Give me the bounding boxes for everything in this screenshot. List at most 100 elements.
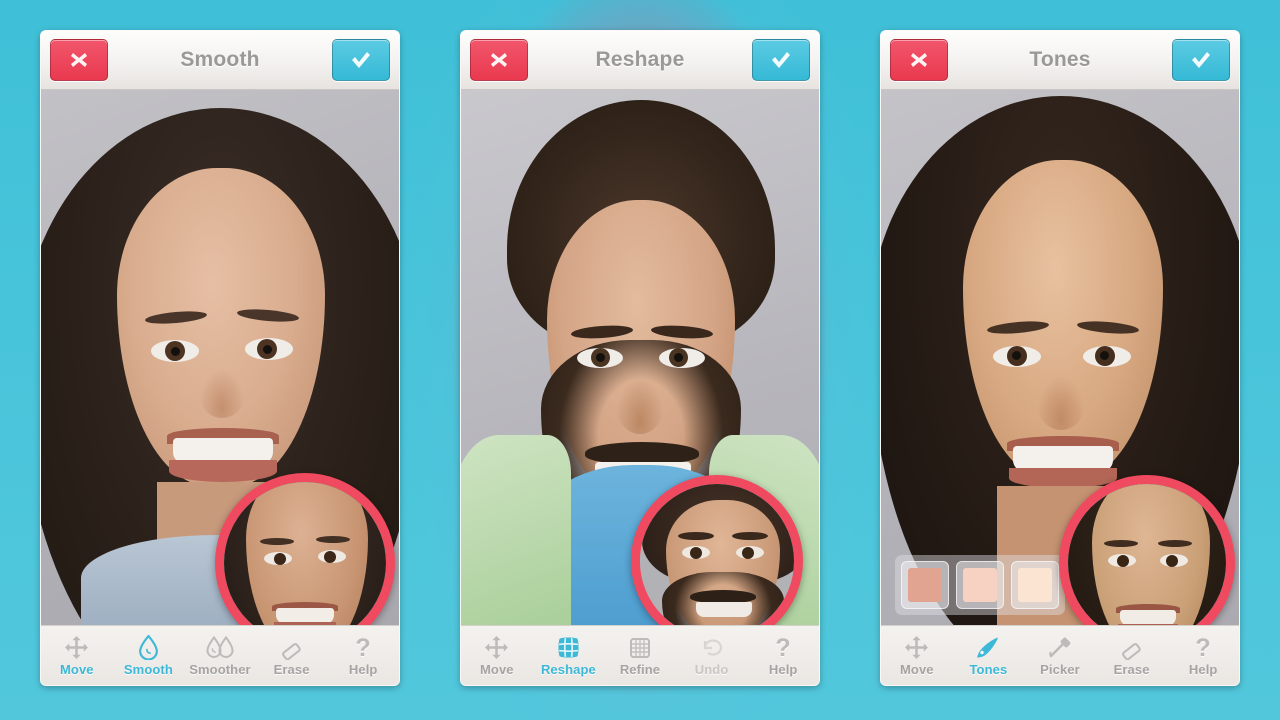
- svg-text:?: ?: [356, 635, 371, 660]
- tool-help[interactable]: ? Help: [747, 626, 819, 685]
- magnifier-loupe[interactable]: [215, 473, 395, 625]
- tone-swatch-tray: [895, 555, 1065, 615]
- toolbar: Move Reshape Refine Undo ? Help: [461, 625, 819, 685]
- pupil-right: [674, 353, 683, 362]
- pupil-left: [1012, 351, 1021, 360]
- tool-erase[interactable]: Erase: [1096, 626, 1168, 685]
- tool-label: Help: [348, 662, 378, 677]
- checkmark-icon: [352, 52, 370, 68]
- face: [963, 160, 1163, 480]
- photo-canvas[interactable]: [881, 90, 1239, 625]
- loupe-content: [224, 482, 386, 625]
- toolbar: Move Smooth Smoother Erase ? Help: [41, 625, 399, 685]
- tone-swatch-1-color: [908, 568, 942, 602]
- tone-swatch-3[interactable]: [1011, 561, 1059, 609]
- toolbar: Move Tones Picker Erase ? Help: [881, 625, 1239, 685]
- eraser-icon: [280, 634, 304, 660]
- tool-label: Refine: [619, 662, 661, 677]
- nose: [1037, 376, 1085, 430]
- question-mark-icon: ?: [1194, 634, 1212, 660]
- move-arrows-icon: [904, 634, 929, 660]
- tool-tones[interactable]: Tones: [953, 626, 1025, 685]
- tool-undo[interactable]: Undo: [676, 626, 748, 685]
- tool-erase[interactable]: Erase: [256, 626, 328, 685]
- lower-lip: [169, 460, 277, 482]
- page-title: Tones: [1029, 48, 1091, 71]
- undo-arrow-icon: [700, 634, 724, 660]
- tool-help[interactable]: ? Help: [327, 626, 399, 685]
- magnifier-loupe[interactable]: [631, 475, 803, 625]
- titlebar: Reshape: [461, 31, 819, 90]
- tool-picker[interactable]: Picker: [1024, 626, 1096, 685]
- cancel-button[interactable]: [50, 39, 108, 81]
- pupil-left: [171, 347, 180, 356]
- panel-tones: Tones Move Tones Picker Erase ? Help: [880, 30, 1240, 686]
- cancel-button[interactable]: [470, 39, 528, 81]
- confirm-button[interactable]: [1172, 39, 1230, 81]
- moustache: [585, 442, 699, 464]
- pupil-right: [1100, 351, 1109, 360]
- nose: [199, 368, 245, 418]
- tool-move[interactable]: Move: [881, 626, 953, 685]
- tool-label: Undo: [694, 662, 729, 677]
- loupe-content: [1068, 484, 1226, 625]
- tool-label: Move: [899, 662, 934, 677]
- page-title: Smooth: [180, 48, 260, 71]
- tool-move[interactable]: Move: [41, 626, 113, 685]
- confirm-button[interactable]: [752, 39, 810, 81]
- tool-label: Help: [1188, 662, 1218, 677]
- titlebar: Tones: [881, 31, 1239, 90]
- tool-label: Move: [479, 662, 514, 677]
- tool-label: Tones: [969, 662, 1008, 677]
- titlebar: Smooth: [41, 31, 399, 90]
- tool-move[interactable]: Move: [461, 626, 533, 685]
- cancel-button[interactable]: [890, 39, 948, 81]
- svg-text:?: ?: [1196, 635, 1211, 660]
- close-x-icon: [71, 53, 87, 67]
- tool-smooth[interactable]: Smooth: [113, 626, 185, 685]
- water-drop-icon: [138, 634, 159, 660]
- page-title: Reshape: [595, 48, 685, 71]
- tool-label: Erase: [1113, 662, 1150, 677]
- pupil-left: [596, 353, 605, 362]
- checkmark-icon: [772, 52, 790, 68]
- panel-reshape: Reshape Move Reshape Refine Undo ? Help: [460, 30, 820, 686]
- eraser-icon: [1120, 634, 1144, 660]
- tool-label: Reshape: [540, 662, 596, 677]
- tool-refine[interactable]: Refine: [604, 626, 676, 685]
- tool-smoother[interactable]: Smoother: [184, 626, 256, 685]
- panel-smooth: Smooth Move Smooth Smoother Erase ? Help: [40, 30, 400, 686]
- tool-label: Help: [768, 662, 798, 677]
- tool-label: Move: [59, 662, 94, 677]
- tone-swatch-3-color: [1018, 568, 1052, 602]
- paint-brush-icon: [975, 634, 1001, 660]
- question-mark-icon: ?: [774, 634, 792, 660]
- magnifier-loupe[interactable]: [1059, 475, 1235, 625]
- tone-swatch-2-color: [963, 568, 997, 602]
- eyedropper-icon: [1047, 634, 1073, 660]
- fine-grid-icon: [628, 634, 652, 660]
- loupe-content: [640, 484, 794, 625]
- nose: [616, 378, 664, 434]
- double-water-drop-icon: [205, 634, 235, 660]
- tool-label: Picker: [1040, 662, 1080, 677]
- checkmark-icon: [1192, 52, 1210, 68]
- warp-grid-icon: [556, 634, 581, 660]
- confirm-button[interactable]: [332, 39, 390, 81]
- close-x-icon: [911, 53, 927, 67]
- photo-canvas[interactable]: [41, 90, 399, 625]
- photo-canvas[interactable]: [461, 90, 819, 625]
- tool-reshape[interactable]: Reshape: [533, 626, 605, 685]
- close-x-icon: [491, 53, 507, 67]
- tone-swatch-2[interactable]: [956, 561, 1004, 609]
- tool-help[interactable]: ? Help: [1167, 626, 1239, 685]
- jacket-left: [461, 435, 571, 625]
- question-mark-icon: ?: [354, 634, 372, 660]
- move-arrows-icon: [64, 634, 89, 660]
- move-arrows-icon: [484, 634, 509, 660]
- tool-label: Smooth: [123, 662, 173, 677]
- svg-text:?: ?: [776, 635, 791, 660]
- tone-swatch-1[interactable]: [901, 561, 949, 609]
- pupil-right: [263, 345, 272, 354]
- tool-label: Smoother: [189, 662, 251, 677]
